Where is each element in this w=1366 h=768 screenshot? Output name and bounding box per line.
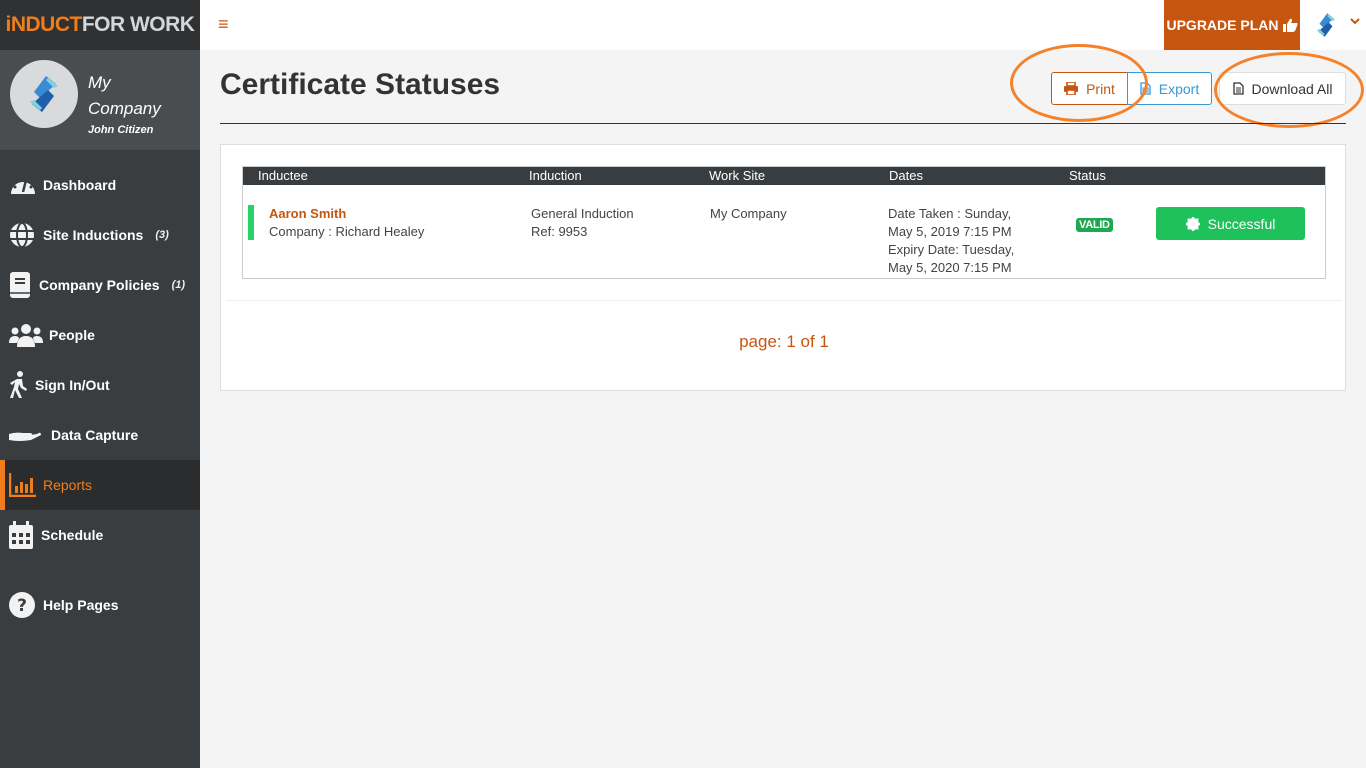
calendar-icon <box>9 521 37 549</box>
sidebar-item-label: People <box>49 327 95 343</box>
expiry-date-line1: Expiry Date: Tuesday, <box>888 242 1015 257</box>
company-logo-icon <box>30 76 58 112</box>
induction-ref: Ref: 9953 <box>531 224 588 239</box>
download-all-label: Download All <box>1251 80 1333 97</box>
status-indicator-bar <box>248 205 254 240</box>
file-text-icon <box>1232 82 1244 95</box>
pagination-text: page: 1 of 1 <box>739 332 829 351</box>
sidebar-item-people[interactable]: People <box>0 310 200 360</box>
induction-name: General Induction <box>531 206 634 221</box>
globe-icon <box>9 222 39 248</box>
users-icon <box>9 323 45 347</box>
hand-icon <box>9 428 47 442</box>
export-label: Export <box>1158 80 1200 97</box>
walking-icon <box>9 371 31 399</box>
sidebar-item-label: Schedule <box>41 527 104 543</box>
avatar[interactable] <box>10 60 78 128</box>
book-icon <box>9 271 35 299</box>
download-all-button[interactable]: Download All <box>1219 72 1346 105</box>
sidebar-item-sign-in-out[interactable]: Sign In/Out <box>0 360 200 410</box>
inductee-cell: Aaron Smith Company : Richard Healey <box>269 205 424 241</box>
dashboard-gauge-icon <box>9 174 39 196</box>
column-header-status[interactable]: Status <box>1069 168 1106 183</box>
sidebar-item-reports[interactable]: Reports <box>0 460 200 510</box>
file-export-icon <box>1140 82 1151 95</box>
results-panel: Inductee Induction Work Site Dates Statu… <box>220 144 1346 391</box>
print-label: Print <box>1086 80 1115 97</box>
hamburger-menu-icon[interactable]: ≡ <box>218 14 229 35</box>
table-row: Aaron Smith Company : Richard Healey Gen… <box>243 185 1325 279</box>
sidebar-item-label: Data Capture <box>51 427 139 443</box>
profile-panel: My Company John Citizen <box>0 50 200 150</box>
date-taken-line2: May 5, 2019 7:15 PM <box>888 224 1012 239</box>
successful-button[interactable]: Successful <box>1156 207 1305 240</box>
sidebar-item-company-policies[interactable]: Company Policies (1) <box>0 260 200 310</box>
page-title: Certificate Statuses <box>220 68 501 101</box>
print-button[interactable]: Print <box>1051 72 1128 105</box>
dates-cell: Date Taken : Sunday, May 5, 2019 7:15 PM… <box>888 205 1014 277</box>
thumbs-up-icon <box>1282 18 1297 32</box>
inductee-name-link[interactable]: Aaron Smith <box>269 205 424 223</box>
sidebar-item-label: Help Pages <box>43 597 119 613</box>
sidebar-item-label: Dashboard <box>43 177 117 193</box>
upgrade-plan-label: UPGRADE PLAN <box>1166 17 1279 33</box>
certificate-table: Inductee Induction Work Site Dates Statu… <box>242 166 1326 279</box>
sidebar-item-help-pages[interactable]: ? Help Pages <box>0 580 200 630</box>
date-taken-line1: Date Taken : Sunday, <box>888 206 1012 221</box>
svg-text:?: ? <box>17 596 27 616</box>
sidebar-item-site-inductions[interactable]: Site Inductions (3) <box>0 210 200 260</box>
column-header-induction[interactable]: Induction <box>529 168 582 183</box>
successful-label: Successful <box>1207 215 1276 232</box>
brand-logo[interactable]: iNDUCT FOR WORK <box>0 0 200 50</box>
expiry-date-line2: May 5, 2020 7:15 PM <box>888 260 1012 275</box>
certificate-seal-icon <box>1185 216 1200 231</box>
induction-cell: General Induction Ref: 9953 <box>531 205 634 241</box>
column-header-dates[interactable]: Dates <box>889 168 923 183</box>
sidebar: iNDUCT FOR WORK My Company John Citizen D… <box>0 0 200 768</box>
brand-part1: iNDUCT <box>5 13 83 36</box>
export-button[interactable]: Export <box>1127 72 1212 105</box>
sidebar-item-schedule[interactable]: Schedule <box>0 510 200 560</box>
inductee-company: Company : Richard Healey <box>269 224 425 239</box>
user-name: John Citizen <box>88 124 154 136</box>
company-logo-icon <box>1316 13 1336 37</box>
brand-part2: FOR WORK <box>81 13 195 36</box>
sidebar-item-label: Reports <box>43 477 93 493</box>
question-circle-icon: ? <box>9 592 39 618</box>
sidebar-nav: Dashboard Site Inductions (3) Company Po… <box>0 150 200 630</box>
chevron-down-icon[interactable] <box>1350 14 1360 28</box>
company-name: My Company <box>88 73 161 118</box>
account-menu[interactable] <box>1314 12 1338 43</box>
table-header: Inductee Induction Work Site Dates Statu… <box>243 167 1325 185</box>
nav-spacer <box>0 560 200 580</box>
topbar: ≡ UPGRADE PLAN <box>200 0 1366 50</box>
sidebar-item-label: Site Inductions <box>43 227 144 243</box>
sidebar-item-count: (1) <box>171 279 186 291</box>
sidebar-item-data-capture[interactable]: Data Capture <box>0 410 200 460</box>
print-icon <box>1064 82 1079 95</box>
upgrade-plan-button[interactable]: UPGRADE PLAN <box>1164 0 1300 50</box>
work-site-cell: My Company <box>710 206 787 221</box>
sidebar-item-label: Company Policies <box>39 277 160 293</box>
column-header-inductee[interactable]: Inductee <box>258 168 308 183</box>
status-badge: VALID <box>1076 218 1113 232</box>
bar-chart-icon <box>9 473 39 497</box>
sidebar-item-count: (3) <box>155 229 169 241</box>
panel-divider <box>226 300 1342 301</box>
column-header-work-site[interactable]: Work Site <box>709 168 765 183</box>
sidebar-item-label: Sign In/Out <box>35 377 110 393</box>
title-divider <box>220 123 1346 124</box>
sidebar-item-dashboard[interactable]: Dashboard <box>0 160 200 210</box>
